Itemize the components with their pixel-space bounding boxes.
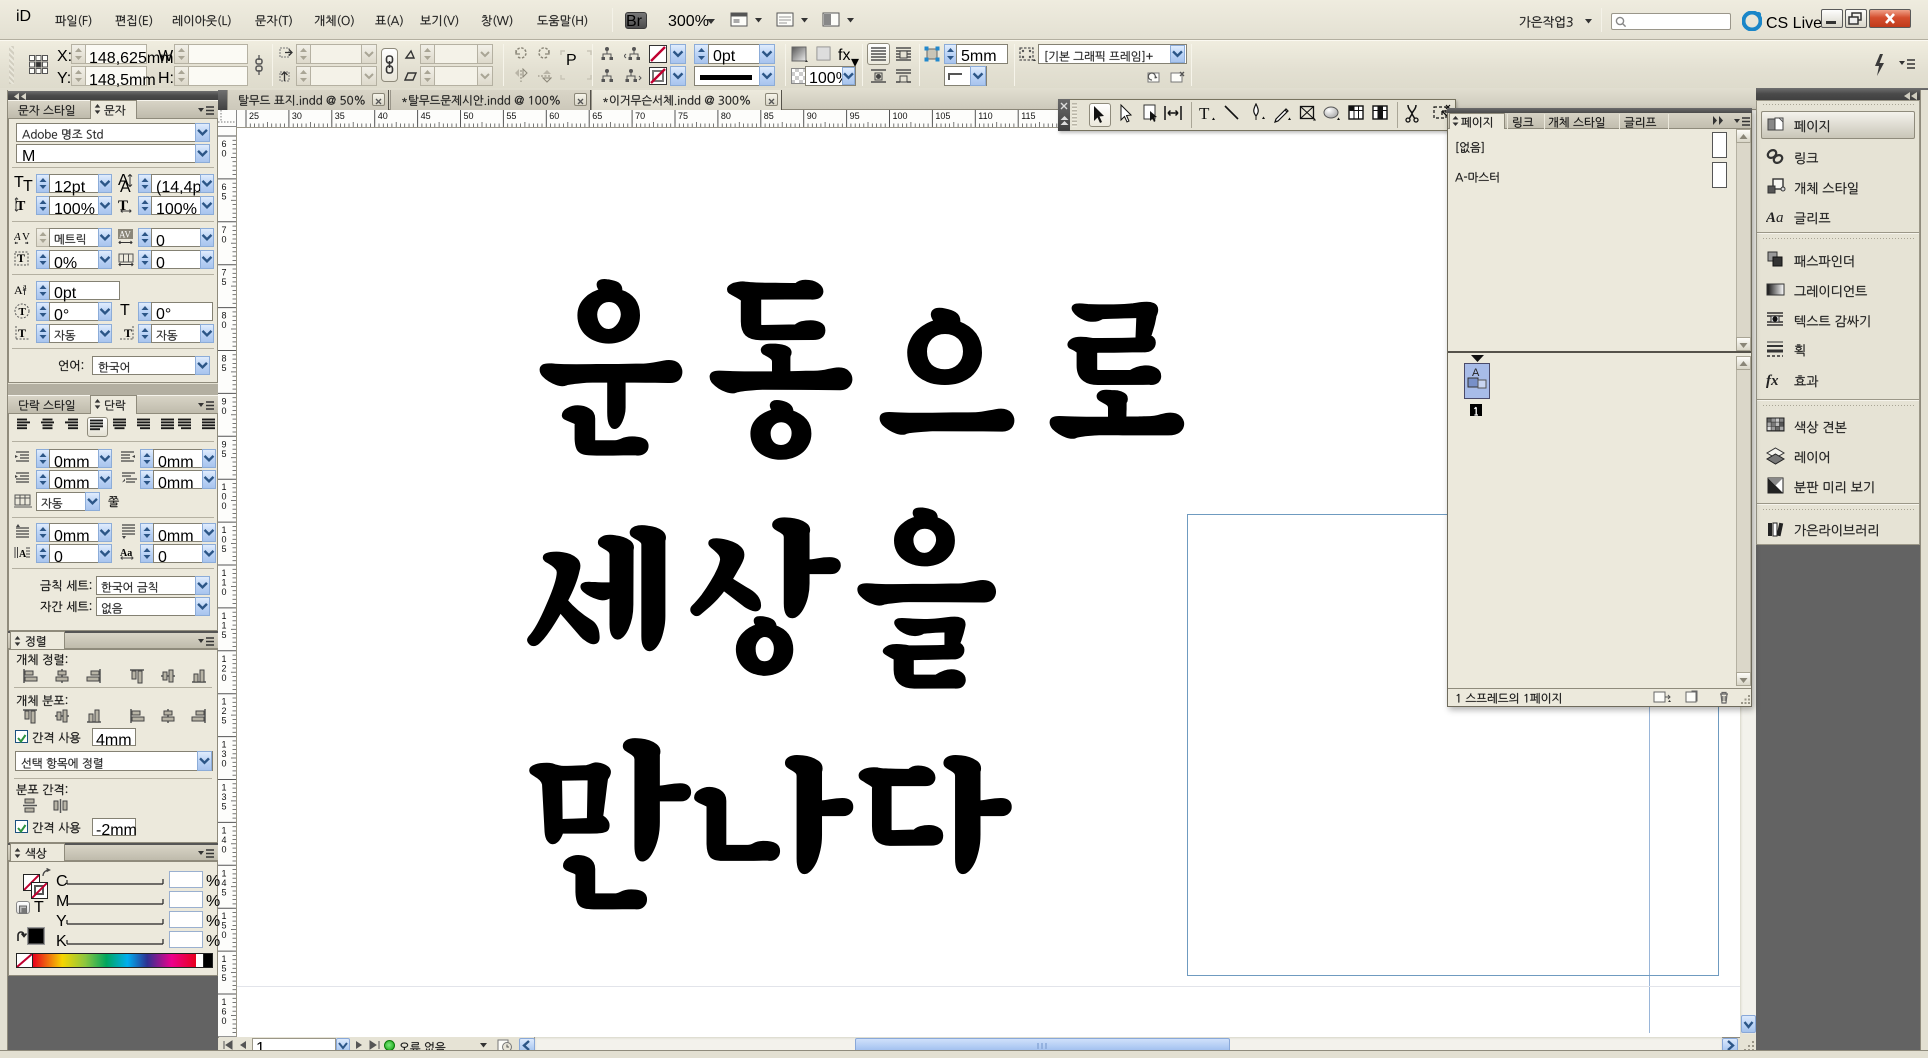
svg-text:6: 6 bbox=[222, 139, 227, 149]
svg-text:T: T bbox=[16, 199, 26, 214]
svg-text:0: 0 bbox=[222, 587, 227, 597]
svg-text:0: 0 bbox=[222, 844, 227, 854]
svg-text:A: A bbox=[19, 549, 27, 560]
svg-text:1: 1 bbox=[222, 654, 227, 664]
svg-text:0: 0 bbox=[222, 149, 227, 159]
svg-text:2: 2 bbox=[222, 706, 227, 716]
svg-text:A: A bbox=[1472, 367, 1480, 379]
svg-text:T: T bbox=[19, 306, 27, 318]
svg-text:110: 110 bbox=[978, 111, 992, 121]
svg-text:1: 1 bbox=[222, 954, 227, 964]
svg-text:5: 5 bbox=[222, 802, 227, 812]
svg-text:8: 8 bbox=[222, 354, 227, 364]
svg-text:5: 5 bbox=[222, 887, 227, 897]
svg-text:1: 1 bbox=[222, 825, 227, 835]
svg-text:0: 0 bbox=[222, 673, 227, 683]
svg-text:90: 90 bbox=[807, 111, 817, 121]
svg-text:5: 5 bbox=[222, 921, 227, 931]
svg-text:5: 5 bbox=[222, 973, 227, 983]
svg-text:100: 100 bbox=[893, 111, 908, 121]
svg-text:105: 105 bbox=[935, 111, 950, 121]
svg-text:A: A bbox=[1766, 210, 1776, 226]
svg-text:7: 7 bbox=[222, 225, 227, 235]
svg-text:30: 30 bbox=[292, 111, 302, 121]
svg-text:1: 1 bbox=[222, 997, 227, 1007]
svg-text:5: 5 bbox=[222, 964, 227, 974]
svg-text:1: 1 bbox=[222, 868, 227, 878]
svg-text:1: 1 bbox=[222, 611, 227, 621]
svg-text:5: 5 bbox=[222, 449, 227, 459]
svg-text:fx: fx bbox=[1766, 373, 1779, 389]
svg-text:T: T bbox=[18, 326, 26, 340]
svg-text:5: 5 bbox=[222, 277, 227, 287]
svg-text:AV: AV bbox=[119, 230, 131, 240]
svg-text:5: 5 bbox=[222, 544, 227, 554]
svg-text:0: 0 bbox=[222, 406, 227, 416]
svg-text:1: 1 bbox=[222, 620, 227, 630]
svg-text:70: 70 bbox=[635, 111, 645, 121]
svg-text:9: 9 bbox=[222, 439, 227, 449]
svg-text:0: 0 bbox=[222, 1016, 227, 1026]
svg-text:5: 5 bbox=[222, 716, 227, 726]
svg-text:5: 5 bbox=[222, 630, 227, 640]
svg-text:2: 2 bbox=[222, 663, 227, 673]
svg-text:1: 1 bbox=[222, 578, 227, 588]
svg-text:40: 40 bbox=[378, 111, 388, 121]
svg-text:25: 25 bbox=[249, 111, 259, 121]
svg-text:7: 7 bbox=[222, 268, 227, 278]
svg-text:65: 65 bbox=[592, 111, 602, 121]
svg-text:95: 95 bbox=[850, 111, 860, 121]
svg-text:6: 6 bbox=[222, 1007, 227, 1017]
svg-text:V: V bbox=[22, 231, 30, 243]
svg-text:55: 55 bbox=[506, 111, 516, 121]
svg-text:9: 9 bbox=[222, 396, 227, 406]
svg-text:60: 60 bbox=[549, 111, 559, 121]
svg-text:6: 6 bbox=[222, 182, 227, 192]
svg-text:T: T bbox=[17, 251, 25, 265]
svg-text:4: 4 bbox=[222, 835, 227, 845]
svg-text:A: A bbox=[14, 231, 21, 243]
svg-text:0: 0 bbox=[222, 492, 227, 502]
svg-text:0: 0 bbox=[222, 501, 227, 511]
svg-text:a: a bbox=[1776, 210, 1784, 226]
svg-text:45: 45 bbox=[421, 111, 431, 121]
svg-text:1: 1 bbox=[222, 697, 227, 707]
svg-text:T: T bbox=[124, 326, 132, 340]
svg-text:0: 0 bbox=[222, 930, 227, 940]
svg-text:T: T bbox=[118, 198, 128, 214]
svg-text:1: 1 bbox=[222, 740, 227, 750]
svg-text:4: 4 bbox=[222, 878, 227, 888]
svg-text:8: 8 bbox=[222, 311, 227, 321]
svg-text:0: 0 bbox=[222, 759, 227, 769]
svg-text:80: 80 bbox=[721, 111, 731, 121]
svg-text:35: 35 bbox=[335, 111, 345, 121]
svg-text:0: 0 bbox=[222, 320, 227, 330]
svg-text:115: 115 bbox=[1021, 111, 1035, 121]
svg-text:0: 0 bbox=[222, 234, 227, 244]
svg-text:5: 5 bbox=[222, 363, 227, 373]
svg-text:1: 1 bbox=[222, 525, 227, 535]
svg-text:50: 50 bbox=[464, 111, 474, 121]
svg-text:1: 1 bbox=[222, 911, 227, 921]
svg-text:3: 3 bbox=[222, 749, 227, 759]
svg-text:A: A bbox=[14, 283, 23, 297]
svg-text:0: 0 bbox=[222, 535, 227, 545]
svg-text:T: T bbox=[1199, 104, 1210, 123]
svg-text:3: 3 bbox=[222, 792, 227, 802]
svg-text:5: 5 bbox=[222, 191, 227, 201]
svg-text:1: 1 bbox=[222, 482, 227, 492]
svg-text:1: 1 bbox=[222, 568, 227, 578]
svg-text:85: 85 bbox=[764, 111, 774, 121]
svg-text:75: 75 bbox=[678, 111, 688, 121]
svg-text:1: 1 bbox=[222, 783, 227, 793]
